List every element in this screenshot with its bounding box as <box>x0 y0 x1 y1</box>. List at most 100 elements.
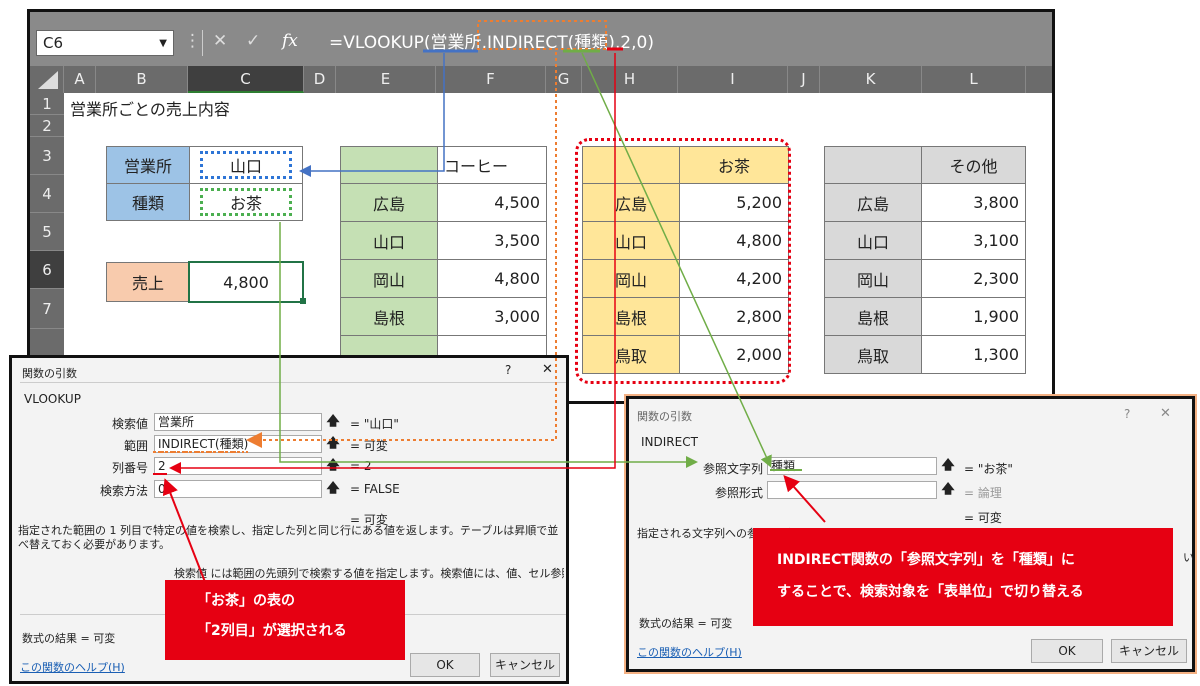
callout-line: 「2列目」が選択される <box>197 623 347 639</box>
table-cell[interactable]: 3,100 <box>921 221 1026 260</box>
arg-result: = 可変 <box>350 439 388 453</box>
table-header-coffee[interactable]: コーヒー <box>437 146 547 184</box>
sales-value-cell-active[interactable]: 4,800 <box>188 261 304 303</box>
row-header[interactable]: 3 <box>30 137 64 175</box>
help-link[interactable]: この関数のヘルプ(H) <box>637 644 742 660</box>
help-icon[interactable]: ? <box>505 363 511 377</box>
table-corner-cell[interactable] <box>340 146 438 184</box>
arg-input-a1[interactable] <box>767 481 937 499</box>
chevron-down-icon[interactable]: ▼ <box>159 38 167 49</box>
argument-help: 検索値 には範囲の先頭列で検索する値を指定します。検索値には、値、セル参照、また… <box>174 567 564 580</box>
row-header[interactable]: 2 <box>30 115 64 137</box>
office-value-cell[interactable]: 山口 <box>189 146 303 184</box>
cancel-button[interactable]: キャンセル <box>490 653 560 677</box>
col-header[interactable]: L <box>922 66 1026 93</box>
function-description: 指定された範囲の 1 列目で特定の値を検索し、指定した列と同じ行にある値を返しま… <box>18 524 559 551</box>
arg-label: 検索値 <box>111 417 148 431</box>
table-cell[interactable]: 広島 <box>824 183 922 222</box>
column-headers: A B C D E F G H I J K L <box>30 66 1052 93</box>
arg-value: INDIRECT(種類) <box>158 437 249 453</box>
excel-window: C6 ▼ ⋮ ✕ ✓ fx =VLOOKUP(営業所,INDIRECT(種類),… <box>27 9 1055 404</box>
office-label-cell[interactable]: 営業所 <box>106 146 190 184</box>
row-header[interactable]: 5 <box>30 213 64 251</box>
select-all-corner[interactable] <box>30 66 64 93</box>
arg-label: 範囲 <box>123 439 148 453</box>
arg-input-range-lookup[interactable]: 0 <box>154 480 322 498</box>
cancel-icon[interactable]: ✕ <box>213 31 227 51</box>
table-cell[interactable]: 1,300 <box>921 335 1026 374</box>
callout-right: INDIRECT関数の「参照文字列」を「種類」に することで、検索対象を「表単位… <box>753 528 1173 626</box>
row-header[interactable]: 1 <box>30 93 64 115</box>
callout-line: 「お茶」の表の <box>197 593 295 609</box>
col-header[interactable]: J <box>788 66 820 93</box>
collapse-arrow-icon[interactable]: 🡅 <box>322 413 344 431</box>
arg-input-table-array[interactable]: INDIRECT(種類) <box>154 435 322 453</box>
table-cell[interactable]: 3,500 <box>437 221 547 260</box>
col-header[interactable]: I <box>678 66 788 93</box>
collapse-arrow-icon[interactable]: 🡅 <box>937 481 959 499</box>
table-cell[interactable]: 2,300 <box>921 259 1026 298</box>
tea-table-highlight <box>575 138 791 384</box>
formula-arg-indirect: INDIRECT(種類) <box>486 33 615 53</box>
close-icon[interactable]: ✕ <box>542 362 553 377</box>
col-header[interactable]: K <box>820 66 922 93</box>
ok-button[interactable]: OK <box>410 653 480 677</box>
arg-input-ref-text[interactable]: 種類 <box>767 457 937 475</box>
close-icon[interactable]: ✕ <box>1160 406 1171 421</box>
formula-input[interactable]: =VLOOKUP(営業所,INDIRECT(種類),2,0) <box>325 30 1050 56</box>
table-cell[interactable]: 3,800 <box>921 183 1026 222</box>
table-header-other[interactable]: その他 <box>921 146 1026 184</box>
table-cell[interactable]: 4,800 <box>437 259 547 298</box>
table-cell[interactable]: 鳥取 <box>824 335 922 374</box>
row-header[interactable]: 7 <box>30 289 64 329</box>
col-header[interactable]: G <box>546 66 582 93</box>
row-header[interactable]: 4 <box>30 175 64 213</box>
col-header[interactable]: H <box>582 66 678 93</box>
insert-function-icon[interactable]: fx <box>282 31 298 51</box>
table-cell[interactable]: 1,900 <box>921 297 1026 336</box>
kind-value: お茶 <box>200 188 292 216</box>
collapse-arrow-icon[interactable]: 🡅 <box>322 457 344 475</box>
collapse-arrow-icon[interactable]: 🡅 <box>937 457 959 475</box>
formula-result: 数式の結果 = 可変 <box>639 617 733 630</box>
row-header-selected[interactable]: 6 <box>30 251 64 289</box>
enter-icon[interactable]: ✓ <box>246 31 260 51</box>
table-cell[interactable]: 4,500 <box>437 183 547 222</box>
ok-button[interactable]: OK <box>1031 639 1103 663</box>
table-cell[interactable]: 岡山 <box>824 259 922 298</box>
kind-value-cell[interactable]: お茶 <box>189 183 303 221</box>
cancel-button[interactable]: キャンセル <box>1111 639 1187 663</box>
formula-result: 数式の結果 = 可変 <box>22 632 116 645</box>
help-link[interactable]: この関数のヘルプ(H) <box>20 659 125 675</box>
col-header[interactable]: A <box>64 66 96 93</box>
arg-label: 検索方法 <box>99 484 148 498</box>
arg-result: = "お茶" <box>964 462 1013 476</box>
col-header-selected[interactable]: C <box>188 66 304 93</box>
arg-label: 参照形式 <box>714 486 763 500</box>
collapse-arrow-icon[interactable]: 🡅 <box>322 435 344 453</box>
formula-bar: C6 ▼ ⋮ ✕ ✓ fx =VLOOKUP(営業所,INDIRECT(種類),… <box>30 12 1052 66</box>
table-cell[interactable]: 島根 <box>824 297 922 336</box>
help-icon[interactable]: ? <box>1124 407 1130 421</box>
table-corner-cell[interactable] <box>824 146 922 184</box>
arg-label: 参照文字列 <box>702 462 763 476</box>
arg-input-col-index[interactable]: 2 <box>154 457 322 475</box>
table-cell[interactable]: 島根 <box>340 297 438 336</box>
kind-label-cell[interactable]: 種類 <box>106 183 190 221</box>
clipped-text: い <box>1183 551 1194 564</box>
table-cell[interactable]: 岡山 <box>340 259 438 298</box>
arg-input-lookup-value[interactable]: 営業所 <box>154 413 322 431</box>
table-cell[interactable]: 山口 <box>340 221 438 260</box>
table-cell[interactable]: 山口 <box>824 221 922 260</box>
fill-handle[interactable] <box>300 298 306 304</box>
table-cell[interactable]: 広島 <box>340 183 438 222</box>
name-box[interactable]: C6 ▼ <box>36 30 174 56</box>
col-header[interactable]: E <box>336 66 436 93</box>
col-header[interactable]: B <box>96 66 188 93</box>
collapse-arrow-icon[interactable]: 🡅 <box>322 480 344 498</box>
arg-result: = FALSE <box>350 482 400 496</box>
sales-label-cell[interactable]: 売上 <box>106 262 190 302</box>
table-cell[interactable]: 3,000 <box>437 297 547 336</box>
col-header[interactable]: D <box>304 66 336 93</box>
col-header[interactable]: F <box>436 66 546 93</box>
